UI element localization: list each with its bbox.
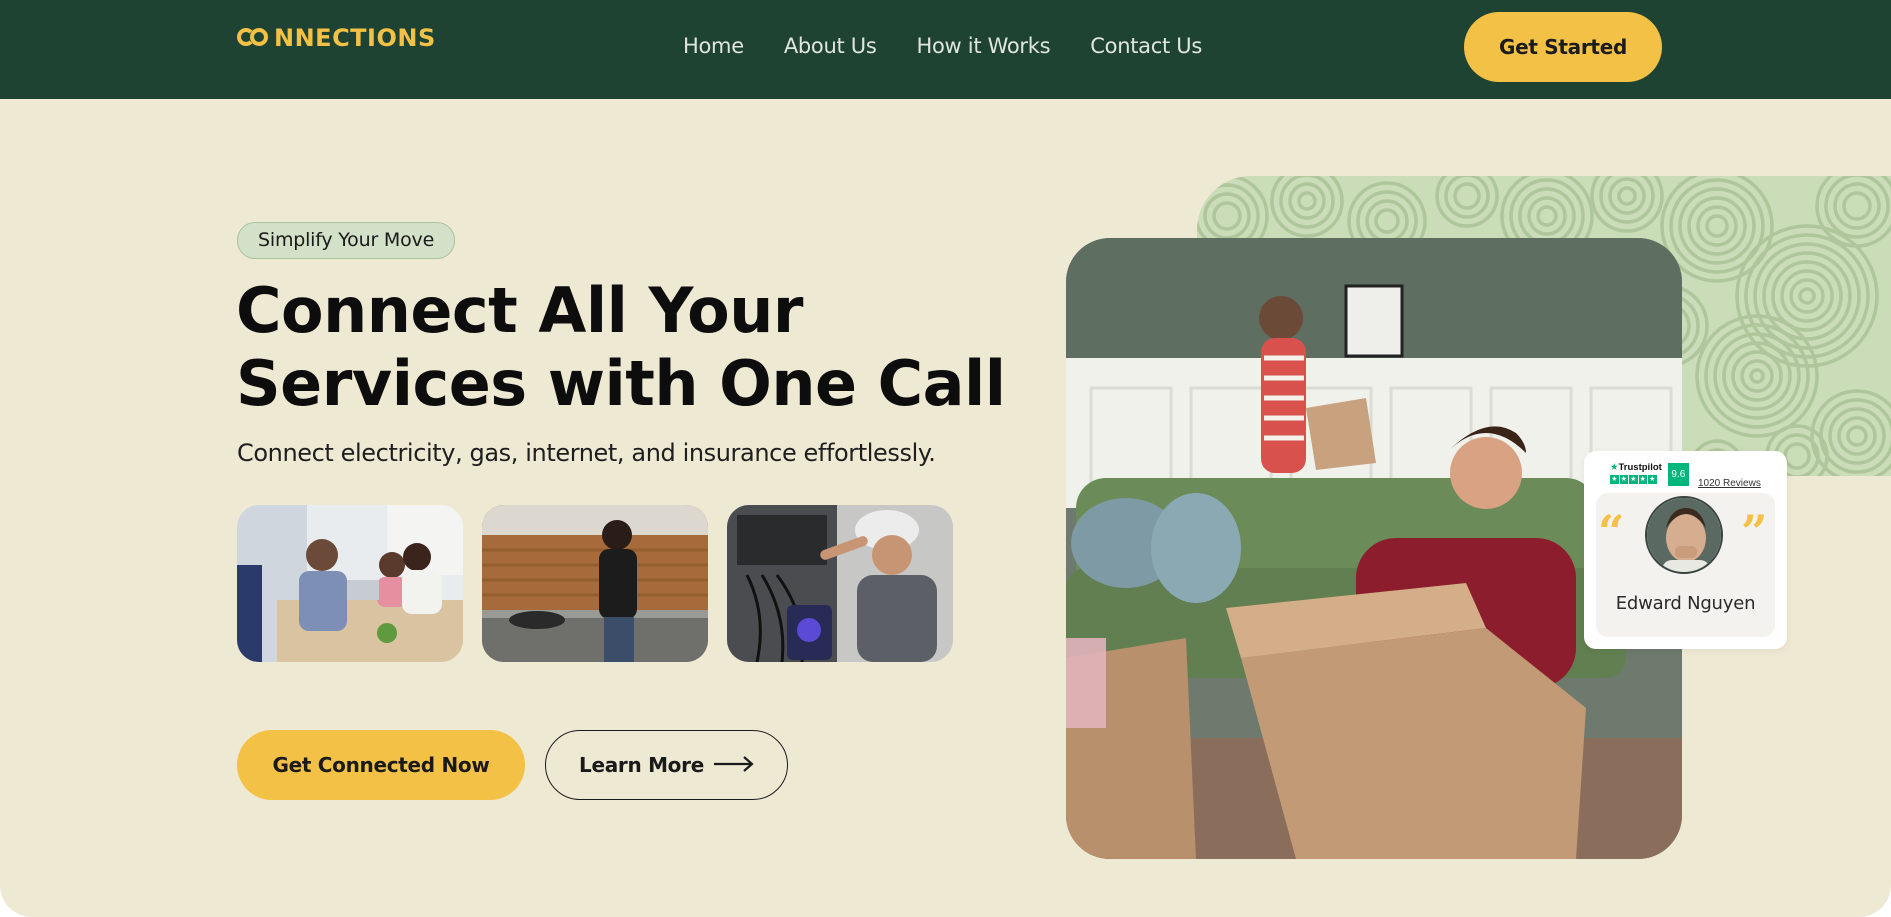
trustpilot-logo: ★Trustpilot [1610, 462, 1662, 473]
star-icon: ★ [1648, 475, 1657, 484]
kitchen-photo [482, 505, 708, 662]
hero-section: Simplify Your Move Connect All Your Serv… [0, 99, 1891, 917]
star-icon: ★ [1638, 475, 1647, 484]
headline-line-2: Services with One Call [236, 347, 1006, 420]
nav-link-home[interactable]: Home [683, 34, 744, 58]
open-quote-icon: “ [1598, 505, 1625, 559]
arrow-right-icon [713, 753, 754, 777]
nav-link-how-it-works[interactable]: How it Works [917, 34, 1051, 58]
learn-more-button[interactable]: Learn More [545, 730, 788, 800]
learn-more-label: Learn More [579, 753, 704, 777]
logo-text: NNECTIONS [274, 24, 436, 52]
main-menu: Home About Us How it Works Contact Us [683, 34, 1202, 58]
reviews-count-link[interactable]: 1020 Reviews [1698, 478, 1761, 489]
logo-rings-icon [237, 27, 273, 49]
nav-link-about-us[interactable]: About Us [784, 34, 877, 58]
top-navbar: NNECTIONS Home About Us How it Works Con… [0, 0, 1891, 99]
logo[interactable]: NNECTIONS [237, 24, 436, 52]
get-connected-now-button[interactable]: Get Connected Now [237, 730, 525, 800]
reviewer-name: Edward Nguyen [1615, 593, 1756, 614]
reviewer-avatar [1645, 496, 1723, 574]
star-icon: ★ [1610, 475, 1619, 484]
hero-subtitle: Connect electricity, gas, internet, and … [237, 439, 936, 467]
close-quote-icon: ” [1741, 505, 1768, 559]
consultation-photo [237, 505, 463, 662]
review-card: ★Trustpilot ★ ★ ★ ★ ★ 9.6 1020 Reviews “… [1584, 451, 1787, 649]
rating-stars: ★ ★ ★ ★ ★ [1610, 475, 1662, 484]
nav-link-contact-us[interactable]: Contact Us [1090, 34, 1202, 58]
trustpilot-rating: ★Trustpilot ★ ★ ★ ★ ★ 9.6 [1610, 463, 1689, 486]
get-started-button[interactable]: Get Started [1464, 12, 1662, 82]
star-icon: ★ [1629, 475, 1638, 484]
hero-badge: Simplify Your Move [237, 222, 456, 259]
headline-line-1: Connect All Your [236, 274, 803, 347]
hero-headline: Connect All Your Services with One Call [236, 274, 1016, 420]
star-icon: ★ [1619, 475, 1628, 484]
technician-photo [727, 505, 953, 662]
trustpilot-score: 9.6 [1667, 463, 1689, 486]
